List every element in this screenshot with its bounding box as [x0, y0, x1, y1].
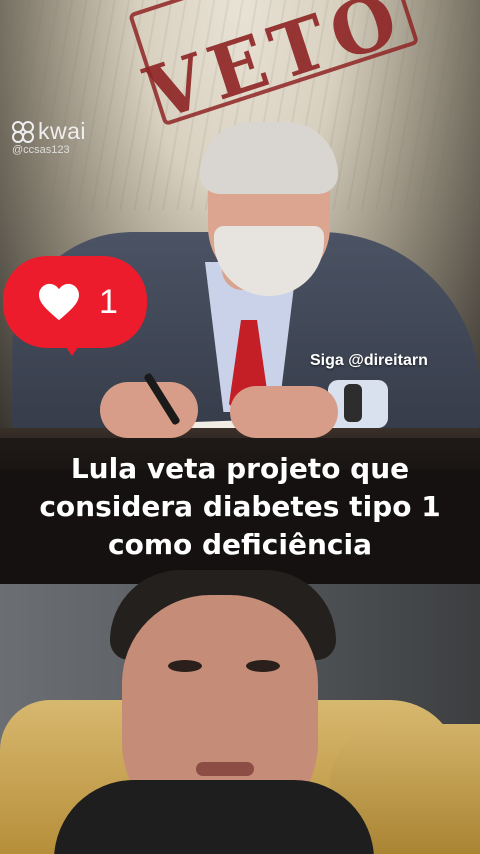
- like-count: 1: [99, 282, 118, 321]
- person-hair: [200, 122, 338, 194]
- kwai-logo-icon: [12, 120, 34, 143]
- caption: Lula veta projeto que considera diabetes…: [0, 450, 480, 564]
- watermark-username: @ccsas123: [12, 144, 70, 156]
- wristwatch: [344, 384, 362, 422]
- speaker-mouth: [196, 762, 254, 776]
- kwai-watermark: kwai: [12, 118, 86, 145]
- right-hand: [230, 386, 338, 438]
- top-video-scene: VETO: [0, 0, 480, 470]
- like-badge[interactable]: 1: [3, 256, 147, 348]
- video-frame: VETO kwai @ccsas123 1 Siga @direitarn Lu…: [0, 0, 480, 854]
- speaker-shirt: [54, 780, 374, 854]
- left-hand: [100, 382, 198, 438]
- heart-icon: [39, 283, 79, 321]
- caption-line-3: como deficiência: [108, 528, 372, 561]
- speaker-right-eye: [246, 660, 280, 672]
- caption-line-1: Lula veta projeto que: [70, 452, 410, 485]
- caption-line-2: considera diabetes tipo 1: [39, 490, 441, 523]
- speaker-left-eye: [168, 660, 202, 672]
- like-badge-tail: [60, 338, 84, 356]
- follow-handle-text: Siga @direitarn: [310, 352, 428, 369]
- kwai-brand-name: kwai: [38, 118, 87, 144]
